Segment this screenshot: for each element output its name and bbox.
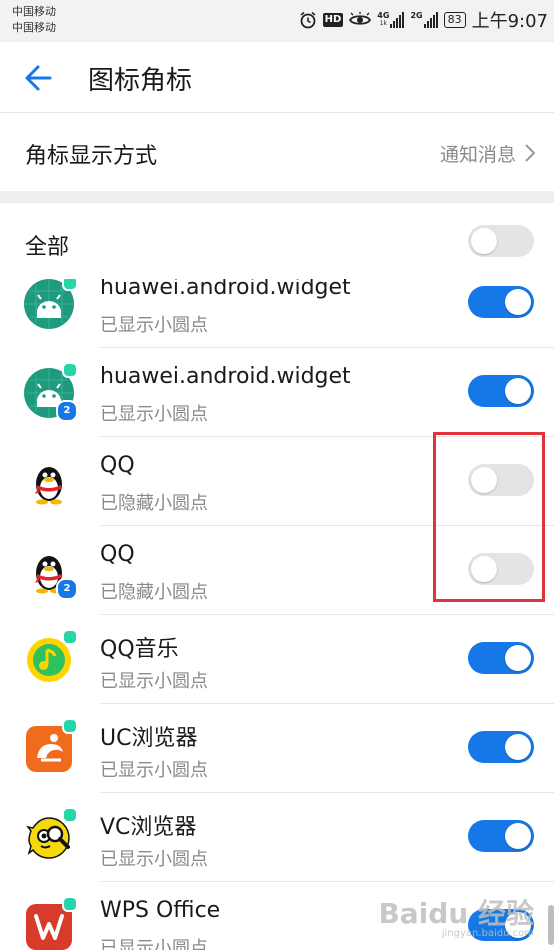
section-divider — [0, 191, 554, 203]
carrier-label-2: 中国移动 — [12, 21, 56, 34]
app-badge-status: 已显示小圆点 — [100, 849, 208, 870]
baidu-jingyan-watermark: Baidu 经验 jingyan.baidu.com — [378, 892, 534, 939]
battery-icon: 83 — [443, 12, 466, 28]
list-item: huawei.android.widget 已显示小圆点 — [0, 279, 554, 348]
badge-display-mode-label: 角标显示方式 — [25, 144, 158, 169]
toggle-knob — [505, 645, 531, 671]
app-badge-toggle[interactable] — [468, 820, 534, 852]
all-apps-toggle[interactable] — [468, 225, 534, 257]
chevron-right-icon — [525, 144, 536, 162]
app-badge-toggle[interactable] — [468, 286, 534, 318]
badge-dot — [62, 279, 78, 291]
app-list[interactable]: huawei.android.widget 已显示小圆点 2 huawei.an… — [0, 279, 554, 950]
signal-4g-icon: 4G 1k — [377, 11, 405, 28]
page-title: 图标角标 — [88, 66, 193, 96]
hd-voice-icon: HD — [322, 13, 344, 27]
list-item: 2 huawei.android.widget 已显示小圆点 — [0, 348, 554, 437]
toggle-knob — [505, 378, 531, 404]
badge-dot — [62, 807, 78, 823]
all-apps-label: 全部 — [25, 235, 70, 260]
app-badge-status: 已显示小圆点 — [100, 760, 208, 781]
signal-2g-icon: 2G — [410, 11, 438, 28]
badge-dot — [62, 718, 78, 734]
network-type-label-2: 2G — [410, 11, 423, 20]
app-name: huawei.android.widget — [100, 279, 351, 300]
app-badge-status: 已显示小圆点 — [100, 404, 208, 425]
eye-comfort-icon — [349, 12, 372, 28]
list-item: QQ音乐 已显示小圆点 — [0, 615, 554, 704]
network-speed-label: 1k — [379, 20, 388, 27]
all-apps-row: 全部 — [0, 203, 554, 279]
app-name: UC浏览器 — [100, 726, 198, 751]
alarm-icon — [299, 11, 317, 29]
list-item: UC浏览器 已显示小圆点 — [0, 704, 554, 793]
app-name: VC浏览器 — [100, 815, 197, 840]
app-name: QQ — [100, 453, 135, 478]
app-badge-status: 已隐藏小圆点 — [100, 582, 208, 603]
status-bar: 中国移动 中国移动 HD 4G 1k 2G 83 上午9:07 — [0, 0, 554, 42]
badge-dot — [62, 896, 78, 912]
app-name: huawei.android.widget — [100, 364, 351, 389]
app-name: QQ — [100, 542, 135, 567]
scrollbar[interactable] — [548, 905, 554, 945]
badge-display-mode-value: 通知消息 — [439, 144, 516, 166]
back-arrow-icon — [25, 65, 52, 91]
annotation-highlight-box — [433, 432, 545, 602]
app-badge-status: 已显示小圆点 — [100, 315, 208, 336]
toggle-knob — [505, 734, 531, 760]
toggle-knob — [471, 228, 497, 254]
app-badge-toggle[interactable] — [468, 642, 534, 674]
watermark-main: Baidu 经验 — [378, 897, 534, 930]
qq-penguin-icon — [24, 457, 74, 507]
app-clone-badge: 2 — [56, 400, 78, 422]
app-clone-badge: 2 — [56, 578, 78, 600]
back-button[interactable] — [20, 58, 60, 98]
app-name: QQ音乐 — [100, 637, 179, 662]
badge-dot — [62, 362, 78, 378]
app-badge-toggle[interactable] — [468, 375, 534, 407]
app-badge-status: 已显示小圆点 — [100, 671, 208, 692]
toggle-knob — [505, 289, 531, 315]
app-badge-toggle[interactable] — [468, 731, 534, 763]
badge-dot — [62, 629, 78, 645]
app-badge-status: 已隐藏小圆点 — [100, 493, 208, 514]
app-name: WPS Office — [100, 898, 221, 923]
app-bar: 图标角标 — [0, 42, 554, 113]
network-type-label: 4G — [377, 11, 390, 20]
app-badge-status: 已显示小圆点 — [100, 938, 208, 950]
carrier-label-1: 中国移动 — [12, 5, 56, 18]
list-item: VC浏览器 已显示小圆点 — [0, 793, 554, 882]
status-icons: HD 4G 1k 2G 83 上午9:07 — [299, 9, 548, 32]
clock: 上午9:07 — [471, 11, 548, 32]
badge-display-mode-row[interactable]: 角标显示方式 通知消息 — [0, 113, 554, 191]
toggle-knob — [505, 823, 531, 849]
